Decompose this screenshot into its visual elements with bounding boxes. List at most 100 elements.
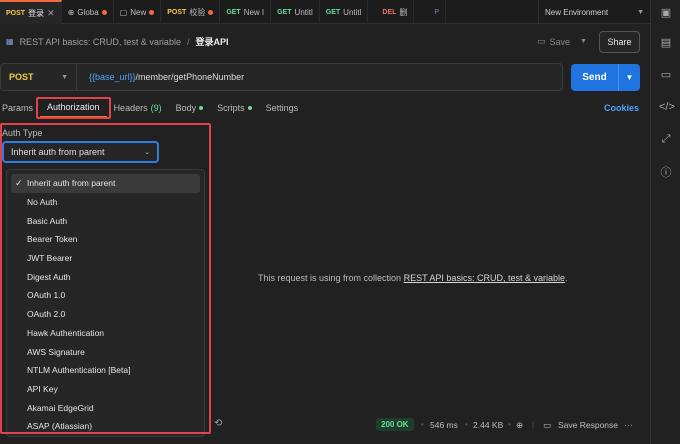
environment-quick-look-icon[interactable]: ▣ — [659, 6, 673, 20]
tab-scripts-label: Scripts — [217, 103, 245, 113]
response-size[interactable]: 2.44 KB — [473, 420, 503, 430]
option-label: Inherit auth from parent — [27, 178, 116, 189]
environment-selector[interactable]: New Environment ▼ — [538, 0, 650, 24]
option-label: Hawk Authentication — [27, 327, 105, 338]
breadcrumb: ▦ REST API basics: CRUD, test & variable… — [6, 35, 228, 48]
save-response-icon: ▭ — [543, 420, 552, 430]
tab-settings[interactable]: Settings — [259, 98, 306, 118]
auth-option-aws[interactable]: AWS Signature — [7, 342, 204, 361]
response-time[interactable]: 546 ms — [430, 420, 458, 430]
tab-globals[interactable]: ⊕ Globa — [62, 0, 114, 24]
inherit-auth-message: This request is using from collection RE… — [258, 273, 567, 283]
status-separator: | — [532, 420, 535, 429]
collection-link[interactable]: REST API basics: CRUD, test & variable — [404, 273, 565, 283]
documentation-icon[interactable]: ▤ — [659, 36, 673, 50]
tab-headers[interactable]: Headers (9) — [107, 98, 169, 118]
auth-option-jwt[interactable]: JWT Bearer — [7, 249, 204, 268]
tab-new[interactable]: ▢ New — [114, 0, 162, 24]
breadcrumb-separator: / — [186, 36, 190, 47]
close-icon[interactable]: ✕ — [47, 8, 55, 19]
auth-option-asap[interactable]: ASAP (Atlassian) — [7, 417, 204, 436]
check-icon: ✓ — [15, 177, 23, 188]
url-bar: POST ▼ {{base_url}}/member/getPhoneNumbe… — [0, 63, 563, 91]
auth-option-no-auth[interactable]: No Auth — [7, 193, 204, 212]
tab-settings-label: Settings — [265, 103, 299, 113]
option-label: JWT Bearer — [27, 253, 73, 264]
tab-label: 删 — [399, 7, 408, 17]
auth-option-bearer[interactable]: Bearer Token — [7, 230, 204, 249]
doc-icon: ▢ — [119, 7, 128, 17]
status-code-badge[interactable]: 200 OK — [376, 418, 414, 431]
status-separator: • — [508, 420, 511, 429]
auth-option-ntlm[interactable]: NTLM Authentication [Beta] — [7, 361, 204, 380]
auth-option-api-key[interactable]: API Key — [7, 380, 204, 399]
status-dot — [247, 106, 252, 110]
network-globe-icon[interactable]: ⊕ — [516, 420, 523, 431]
history-icon[interactable]: ⟲ — [214, 418, 222, 429]
tab-untitled-2[interactable]: GET Untitl — [320, 0, 369, 24]
tab-label: P — [434, 8, 440, 16]
tab-untitled-1[interactable]: GET Untitl — [271, 0, 320, 24]
tab-label: Untitl — [294, 7, 313, 17]
url-input[interactable]: {{base_url}}/member/getPhoneNumber — [77, 72, 244, 82]
breadcrumb-collection[interactable]: REST API basics: CRUD, test & variable — [20, 37, 181, 47]
more-options-icon[interactable]: ⋯ — [624, 420, 633, 431]
tab-overflow[interactable]: P — [414, 0, 447, 24]
option-label: NTLM Authentication [Beta] — [27, 365, 131, 376]
auth-type-select[interactable]: Inherit auth from parent ⌄ — [2, 141, 159, 163]
tab-authorization-label: Authorization — [47, 102, 100, 112]
tab-method: DEL — [382, 8, 397, 16]
auth-option-inherit[interactable]: ✓ Inherit auth from parent — [11, 174, 200, 193]
comments-icon[interactable]: ▭ — [659, 68, 673, 82]
cookies-link[interactable]: Cookies — [604, 103, 639, 113]
tab-label: New — [130, 7, 147, 17]
chevron-down-icon[interactable]: ▼ — [618, 64, 640, 91]
chevron-down-icon[interactable]: ▼ — [580, 38, 587, 45]
option-label: No Auth — [27, 197, 58, 208]
auth-option-oauth2[interactable]: OAuth 2.0 — [7, 305, 204, 324]
request-name[interactable]: 登录API — [195, 35, 228, 48]
tab-params[interactable]: Params — [0, 98, 40, 118]
method-label: POST — [9, 72, 34, 82]
tab-body[interactable]: Body — [169, 98, 211, 118]
tab-login[interactable]: POST 登录 ✕ — [0, 0, 62, 24]
code-icon[interactable]: </> — [659, 100, 675, 114]
auth-option-digest[interactable]: Digest Auth — [7, 267, 204, 286]
auth-option-oauth1[interactable]: OAuth 1.0 — [7, 286, 204, 305]
auth-option-akamai[interactable]: Akamai EdgeGrid — [7, 398, 204, 417]
save-icon: ▭ — [537, 36, 546, 46]
message-suffix: . — [564, 273, 568, 283]
tab-get-new[interactable]: GET New I — [220, 0, 272, 24]
tab-label: 校验 — [189, 7, 206, 17]
info-icon[interactable]: ⓘ — [659, 166, 673, 180]
tab-method: GET — [226, 8, 241, 16]
option-label: AWS Signature — [27, 346, 85, 357]
tab-scripts[interactable]: Scripts — [210, 98, 259, 118]
save-button[interactable]: ▭ Save ▼ — [537, 36, 587, 47]
tab-method: GET — [277, 8, 292, 16]
unsaved-dot — [149, 9, 155, 15]
headers-count: (9) — [150, 103, 162, 113]
save-label: Save — [549, 36, 571, 47]
option-label: OAuth 1.0 — [27, 290, 66, 301]
http-request-icon: ▦ — [6, 37, 14, 46]
tab-verify[interactable]: POST 校验 — [161, 0, 221, 24]
option-label: Digest Auth — [27, 271, 71, 282]
tab-label: New I — [243, 7, 265, 17]
environment-label: New Environment — [545, 7, 609, 17]
share-button[interactable]: Share — [599, 31, 640, 53]
tab-delete[interactable]: DEL 删 — [368, 0, 415, 24]
related-collections-icon[interactable]: ⤢ — [659, 132, 673, 146]
chevron-down-icon: ▼ — [637, 8, 644, 16]
method-select[interactable]: POST ▼ — [1, 64, 77, 90]
chevron-down-icon: ▼ — [61, 73, 68, 81]
auth-option-basic[interactable]: Basic Auth — [7, 211, 204, 230]
auth-option-hawk[interactable]: Hawk Authentication — [7, 324, 204, 343]
tab-authorization[interactable]: Authorization — [40, 98, 107, 118]
unsaved-dot — [101, 9, 107, 15]
save-response-button[interactable]: Save Response — [558, 420, 618, 430]
option-label: Akamai EdgeGrid — [27, 402, 94, 413]
tab-label: Globa — [77, 7, 99, 17]
status-separator: • — [421, 420, 424, 429]
send-button[interactable]: Send ▼ — [571, 64, 640, 91]
